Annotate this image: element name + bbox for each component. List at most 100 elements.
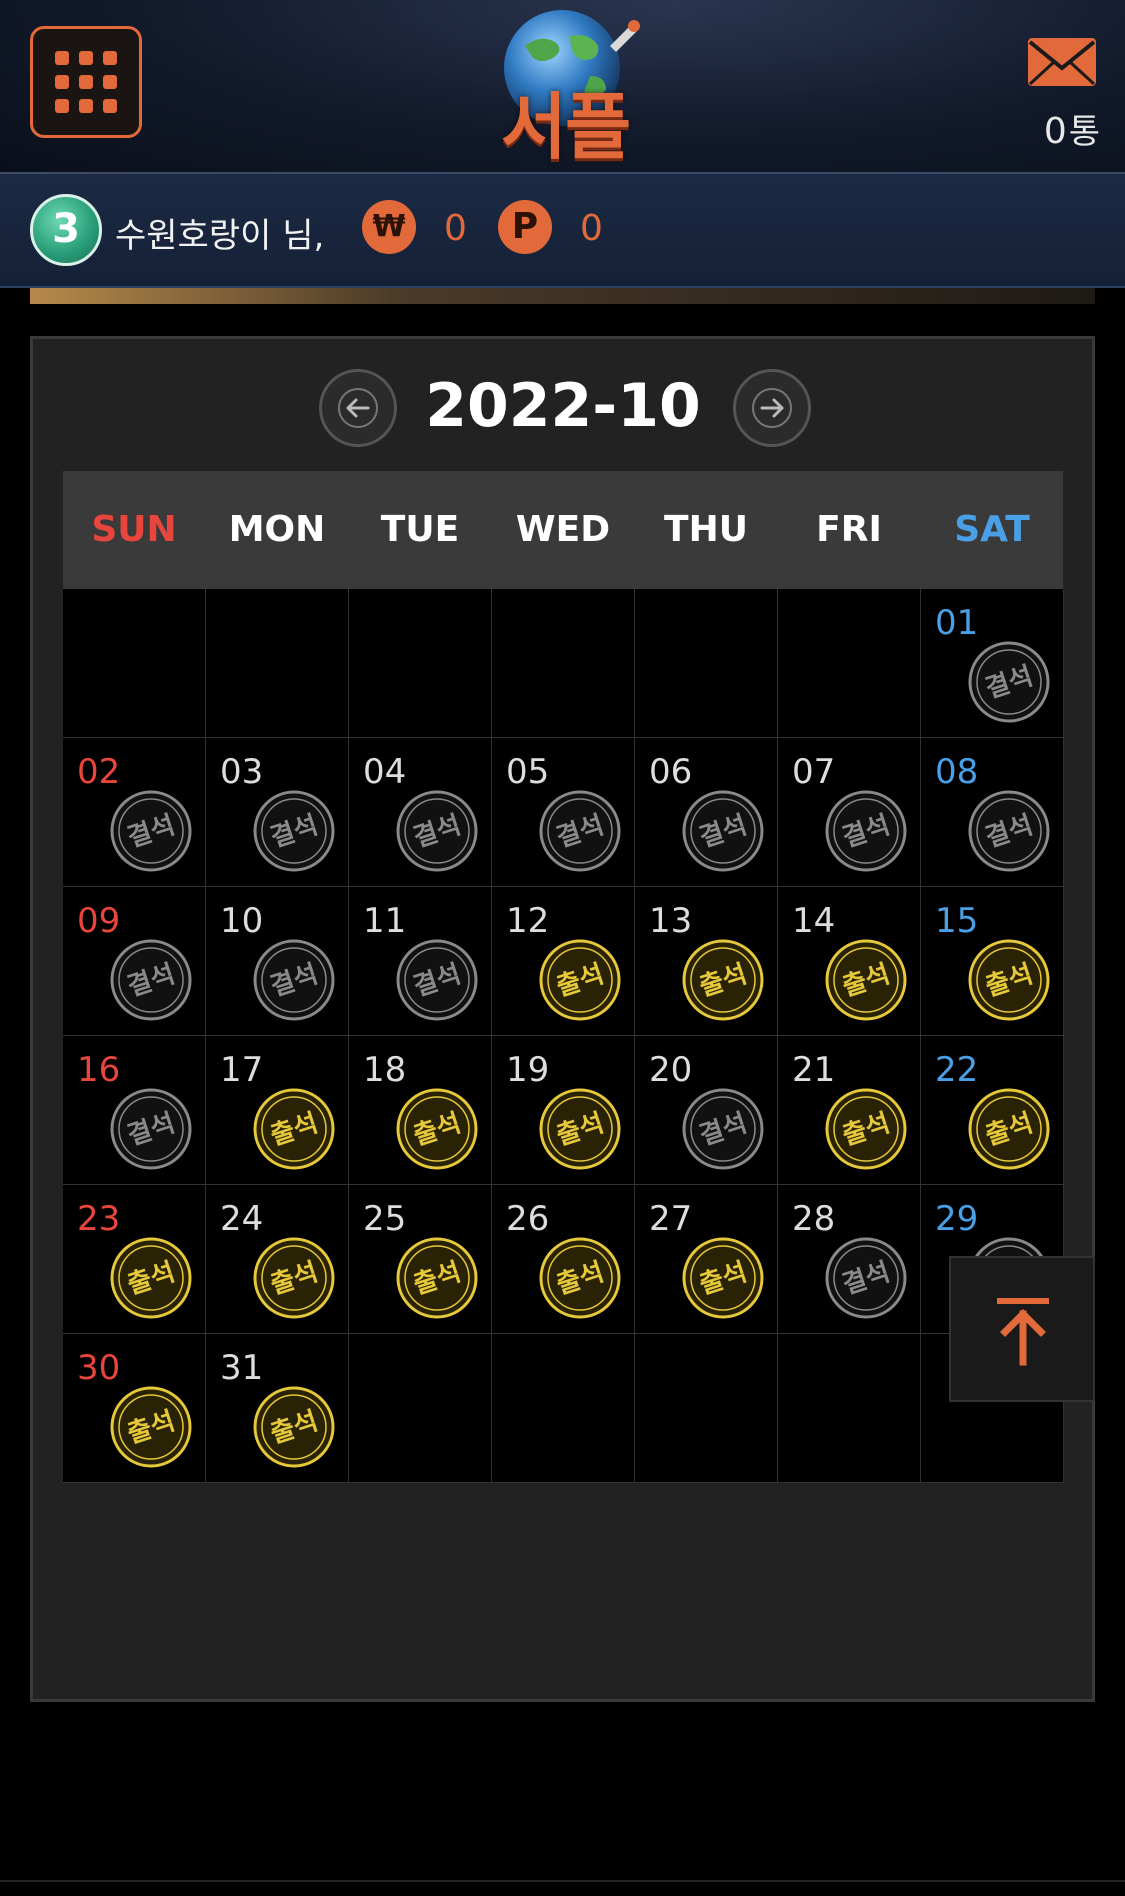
scroll-top-button[interactable] (949, 1256, 1095, 1402)
attendance-stamp-icon: 출석 (253, 1088, 335, 1170)
calendar-day-cell[interactable]: 24 출석 (206, 1185, 349, 1334)
calendar-empty-cell (206, 589, 349, 738)
attendance-stamp-icon: 출석 (825, 1088, 907, 1170)
calendar-day-cell[interactable]: 12 출석 (492, 887, 635, 1036)
calendar-day-cell[interactable]: 07 결석 (778, 738, 921, 887)
weekday-tue: TUE (380, 509, 460, 550)
calendar-day-cell[interactable]: 16 결석 (63, 1036, 206, 1185)
calendar-day-cell[interactable]: 04 결석 (349, 738, 492, 887)
absence-stamp-icon: 결석 (396, 790, 478, 872)
calendar-day-cell[interactable]: 20 결석 (635, 1036, 778, 1185)
calendar-empty-cell (778, 589, 921, 738)
calendar-day-cell[interactable]: 28 결석 (778, 1185, 921, 1334)
day-number: 25 (363, 1199, 407, 1239)
decorative-strip (30, 288, 1095, 304)
absence-stamp-icon: 결석 (396, 939, 478, 1021)
absence-stamp-icon: 결석 (968, 641, 1050, 723)
calendar-day-cell[interactable]: 15 출석 (921, 887, 1064, 1036)
attendance-stamp-icon: 출석 (396, 1237, 478, 1319)
day-number: 22 (935, 1050, 979, 1090)
arrow-up-to-top-icon (997, 1298, 1049, 1366)
absence-stamp-icon: 결석 (682, 790, 764, 872)
attendance-stamp-icon: 출석 (253, 1237, 335, 1319)
user-info-bar: 3 수원호랑이 님, ₩ 0 P 0 (0, 174, 1125, 288)
attendance-stamp-icon: 출석 (539, 1088, 621, 1170)
calendar-empty-cell (635, 1334, 778, 1483)
calendar-day-cell[interactable]: 23 출석 (63, 1185, 206, 1334)
day-number: 04 (363, 752, 407, 792)
top-header: 서플 0통 (0, 0, 1125, 174)
calendar-day-cell[interactable]: 22 출석 (921, 1036, 1064, 1185)
point-balance: 0 (580, 208, 603, 249)
attendance-stamp-icon: 출석 (968, 1088, 1050, 1170)
calendar-empty-cell (349, 589, 492, 738)
calendar-empty-cell (492, 589, 635, 738)
day-number: 01 (935, 603, 979, 643)
calendar-day-cell[interactable]: 14 출석 (778, 887, 921, 1036)
calendar-day-cell[interactable]: 19 출석 (492, 1036, 635, 1185)
calendar-day-cell[interactable]: 13 출석 (635, 887, 778, 1036)
day-number: 14 (792, 901, 836, 941)
grid-menu-icon (55, 51, 117, 113)
day-number: 30 (77, 1348, 121, 1388)
calendar-day-cell[interactable]: 03 결석 (206, 738, 349, 887)
calendar-day-cell[interactable]: 26 출석 (492, 1185, 635, 1334)
next-month-button[interactable] (733, 369, 811, 447)
calendar-day-cell[interactable]: 30 출석 (63, 1334, 206, 1483)
menu-button[interactable] (30, 26, 142, 138)
day-number: 23 (77, 1199, 121, 1239)
calendar-day-cell[interactable]: 10 결석 (206, 887, 349, 1036)
weekday-fri: FRI (816, 509, 882, 550)
attendance-stamp-icon: 출석 (110, 1237, 192, 1319)
weekday-mon: MON (228, 509, 326, 550)
footer-divider (0, 1880, 1125, 1882)
calendar-day-cell[interactable]: 25 출석 (349, 1185, 492, 1334)
calendar-empty-cell (635, 589, 778, 738)
calendar-day-cell[interactable]: 06 결석 (635, 738, 778, 887)
day-number: 13 (649, 901, 693, 941)
calendar-day-cell[interactable]: 08 결석 (921, 738, 1064, 887)
logo-text: 서플 (500, 85, 631, 169)
day-number: 10 (220, 901, 264, 941)
arrow-right-icon (752, 388, 792, 428)
absence-stamp-icon: 결석 (968, 790, 1050, 872)
calendar-day-cell[interactable]: 21 출석 (778, 1036, 921, 1185)
attendance-stamp-icon: 출석 (825, 939, 907, 1021)
weekday-header: SUN MON TUE WED THU FRI SAT (63, 471, 1063, 589)
day-number: 16 (77, 1050, 121, 1090)
calendar-day-cell[interactable]: 05 결석 (492, 738, 635, 887)
day-number: 26 (506, 1199, 550, 1239)
calendar-day-cell[interactable]: 18 출석 (349, 1036, 492, 1185)
calendar-empty-cell (349, 1334, 492, 1483)
attendance-stamp-icon: 출석 (682, 939, 764, 1021)
username: 수원호랑이 님, (115, 216, 325, 256)
calendar-day-cell[interactable]: 01 결석 (921, 589, 1064, 738)
calendar-day-cell[interactable]: 09 결석 (63, 887, 206, 1036)
calendar-day-cell[interactable]: 11 결석 (349, 887, 492, 1036)
calendar-day-cell[interactable]: 17 출석 (206, 1036, 349, 1185)
absence-stamp-icon: 결석 (253, 939, 335, 1021)
weekday-sat: SAT (954, 509, 1030, 550)
mail-count-unit: 통 (1068, 112, 1100, 152)
level-badge: 3 (30, 194, 102, 266)
calendar-empty-cell (63, 589, 206, 738)
day-number: 08 (935, 752, 979, 792)
calendar-day-cell[interactable]: 31 출석 (206, 1334, 349, 1483)
day-number: 05 (506, 752, 550, 792)
day-number: 12 (506, 901, 550, 941)
envelope-icon[interactable] (1026, 34, 1098, 90)
mail-count[interactable]: 0통 (1000, 104, 1100, 153)
weekday-sun: SUN (91, 509, 177, 550)
calendar-day-cell[interactable]: 27 출석 (635, 1185, 778, 1334)
point-icon: P (498, 200, 552, 254)
absence-stamp-icon: 결석 (253, 790, 335, 872)
day-number: 31 (220, 1348, 264, 1388)
arrow-left-icon (338, 388, 378, 428)
calendar-day-cell[interactable]: 02 결석 (63, 738, 206, 887)
prev-month-button[interactable] (319, 369, 397, 447)
calendar-empty-cell (492, 1334, 635, 1483)
site-logo[interactable]: 서플 (470, 6, 660, 169)
day-number: 20 (649, 1050, 693, 1090)
attendance-stamp-icon: 출석 (968, 939, 1050, 1021)
day-number: 02 (77, 752, 121, 792)
